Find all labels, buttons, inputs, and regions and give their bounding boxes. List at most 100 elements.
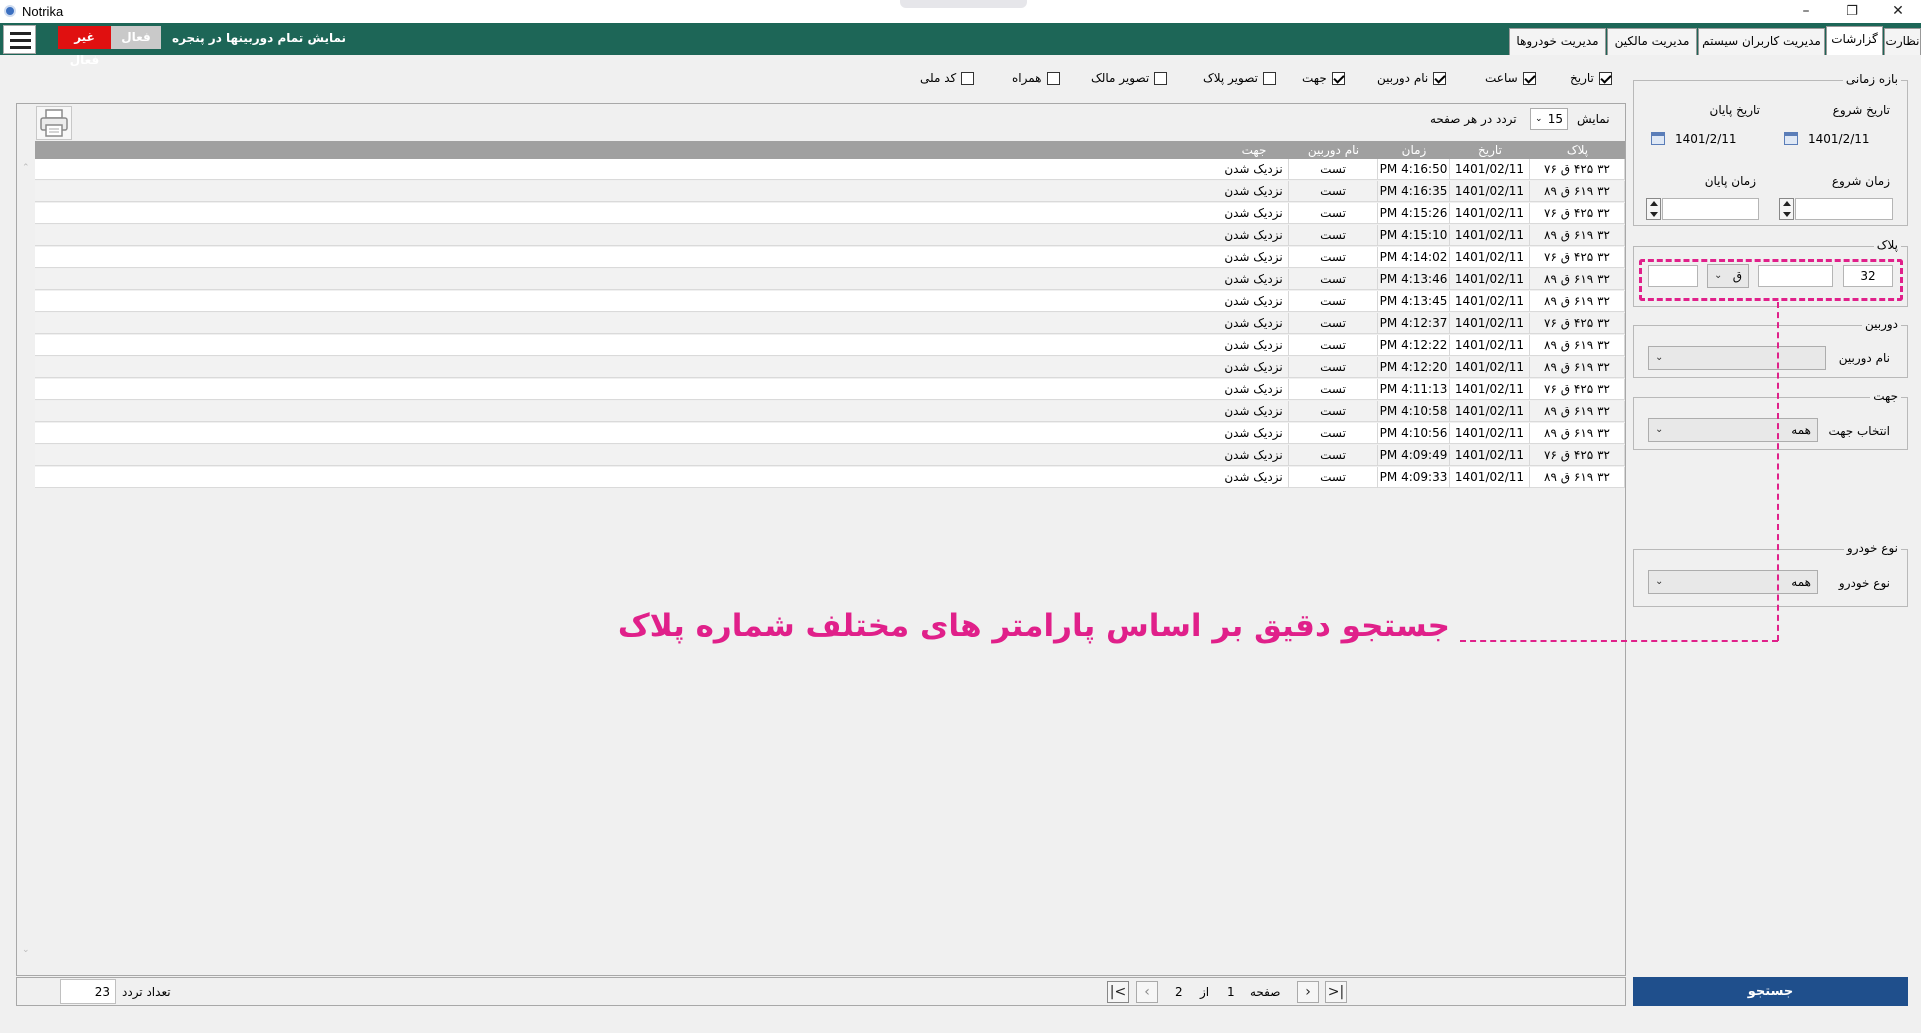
cell-time: 4:10:56 PM bbox=[1378, 423, 1450, 444]
scroll-down-icon[interactable]: ⌄ bbox=[22, 945, 30, 955]
table-row[interactable]: ۳۲ ۴۲۵ ق ۷۶ 1401/02/11 4:12:37 PM تست نزدیک … bbox=[35, 313, 1625, 334]
start-date-input[interactable]: 1401/2/11 bbox=[1808, 128, 1898, 150]
table-row[interactable]: ۳۲ ۶۱۹ ق ۸۹ 1401/02/11 4:09:33 PM تست نزدیک … bbox=[35, 467, 1625, 488]
column-toggle-hour[interactable]: ساعت bbox=[1485, 68, 1536, 88]
cell-camera-name: تست bbox=[1289, 225, 1378, 246]
count-value: 23 bbox=[60, 979, 116, 1004]
close-button[interactable]: ✕ bbox=[1875, 0, 1921, 23]
column-toggle-owner-image[interactable]: تصویر مالک bbox=[1091, 68, 1168, 88]
vehicle-type-select[interactable]: همه ⌄ bbox=[1648, 570, 1818, 594]
column-toggle-camera-name[interactable]: نام دوربین bbox=[1377, 68, 1447, 88]
prev-page-icon[interactable]: ‹ bbox=[1136, 981, 1158, 1003]
direction-select[interactable]: همه ⌄ bbox=[1648, 418, 1818, 442]
checkbox[interactable] bbox=[1331, 71, 1345, 85]
direction-legend: جهت bbox=[1870, 389, 1901, 403]
camera-name-select[interactable]: ⌄ bbox=[1648, 346, 1826, 370]
header-direction[interactable]: جهت bbox=[1219, 141, 1289, 159]
cell-plate: ۳۲ ۶۱۹ ق ۸۹ bbox=[1530, 181, 1625, 202]
checkbox[interactable] bbox=[1262, 71, 1276, 85]
header-date[interactable]: تاریخ bbox=[1450, 141, 1530, 159]
chevron-down-icon: ⌄ bbox=[1535, 114, 1543, 124]
start-time-spinner[interactable] bbox=[1779, 198, 1794, 220]
column-toggle-direction[interactable]: جهت bbox=[1302, 68, 1345, 88]
checkbox[interactable] bbox=[961, 71, 975, 85]
start-time-input[interactable] bbox=[1795, 198, 1893, 220]
printer-icon[interactable] bbox=[36, 106, 72, 140]
column-toggle-plate-image[interactable]: تصویر پلاک bbox=[1203, 68, 1276, 88]
column-toggle-national-code[interactable]: کد ملی bbox=[920, 68, 975, 88]
table-header: پلاک تاریخ زمان نام دوربین جهت bbox=[35, 141, 1625, 159]
header-camera-name[interactable]: نام دوربین bbox=[1289, 141, 1378, 159]
cell-time: 4:12:37 PM bbox=[1378, 313, 1450, 334]
table-row[interactable]: ۳۲ ۶۱۹ ق ۸۹ 1401/02/11 4:10:58 PM تست نزدیک … bbox=[35, 401, 1625, 422]
cell-time: 4:12:20 PM bbox=[1378, 357, 1450, 378]
cell-time: 4:13:45 PM bbox=[1378, 291, 1450, 312]
minimize-button[interactable]: – bbox=[1783, 0, 1829, 23]
tab-reports[interactable]: گزارشات bbox=[1826, 26, 1883, 55]
search-button[interactable]: جستجو bbox=[1633, 977, 1908, 1006]
direction-panel: جهت انتخاب جهت همه ⌄ bbox=[1633, 389, 1908, 450]
end-date-input[interactable]: 1401/2/11 bbox=[1675, 128, 1765, 150]
table-row[interactable]: ۳۲ ۶۱۹ ق ۸۹ 1401/02/11 4:12:22 PM تست نزدیک … bbox=[35, 335, 1625, 356]
end-time-spinner[interactable] bbox=[1646, 198, 1661, 220]
table-row[interactable]: ۳۲ ۴۲۵ ق ۷۶ 1401/02/11 4:11:13 PM تست نزدیک … bbox=[35, 379, 1625, 400]
tab-system-users[interactable]: مدیریت کاربران سیستم bbox=[1698, 28, 1825, 55]
current-page: 1 bbox=[1227, 985, 1235, 999]
table-row[interactable]: ۳۲ ۶۱۹ ق ۸۹ 1401/02/11 4:13:45 PM تست نزدیک … bbox=[35, 291, 1625, 312]
tab-vehicles[interactable]: مدیریت خودروها bbox=[1509, 28, 1606, 55]
cell-direction: نزدیک شدن bbox=[1219, 313, 1289, 334]
cell-direction: نزدیک شدن bbox=[1219, 401, 1289, 422]
scroll-up-icon[interactable]: ⌃ bbox=[22, 163, 30, 173]
menu-icon[interactable] bbox=[3, 25, 36, 54]
tab-owners[interactable]: مدیریت مالکین bbox=[1607, 28, 1697, 55]
plate-legend: پلاک bbox=[1873, 238, 1901, 252]
tab-monitoring[interactable]: نظارت bbox=[1884, 28, 1921, 55]
checkbox[interactable] bbox=[1154, 71, 1168, 85]
title-drag-area bbox=[900, 0, 1027, 8]
last-page-icon[interactable]: >| bbox=[1325, 981, 1347, 1003]
end-time-input[interactable] bbox=[1662, 198, 1759, 220]
table-row[interactable]: ۳۲ ۶۱۹ ق ۸۹ 1401/02/11 4:10:56 PM تست نزدیک … bbox=[35, 423, 1625, 444]
calendar-icon[interactable] bbox=[1784, 132, 1798, 145]
header-time[interactable]: زمان bbox=[1378, 141, 1450, 159]
toggle-on-button[interactable]: فعال bbox=[111, 26, 161, 49]
first-page-icon[interactable]: |< bbox=[1107, 981, 1129, 1003]
column-toggle-companion[interactable]: همراه bbox=[1012, 68, 1060, 88]
checkbox[interactable] bbox=[1598, 71, 1612, 85]
cell-time: 4:13:46 PM bbox=[1378, 269, 1450, 290]
checkbox[interactable] bbox=[1046, 71, 1060, 85]
cell-camera-name: تست bbox=[1289, 401, 1378, 422]
table-row[interactable]: ۳۲ ۴۲۵ ق ۷۶ 1401/02/11 4:15:26 PM تست نزدیک … bbox=[35, 203, 1625, 224]
end-time-label: زمان پایان bbox=[1704, 174, 1756, 188]
vehicle-type-label: نوع خودرو bbox=[1838, 576, 1890, 590]
header-plate[interactable]: پلاک bbox=[1530, 141, 1625, 159]
page-size-select[interactable]: 15 ⌄ bbox=[1530, 108, 1568, 130]
camera-legend: دوربین bbox=[1861, 317, 1901, 331]
table-row[interactable]: ۳۲ ۶۱۹ ق ۸۹ 1401/02/11 4:15:10 PM تست نزدیک … bbox=[35, 225, 1625, 246]
column-toggle-date[interactable]: تاریخ bbox=[1570, 68, 1612, 88]
pager-bar bbox=[16, 977, 1626, 1006]
cell-direction: نزدیک شدن bbox=[1219, 159, 1289, 180]
table-row[interactable]: ۳۲ ۶۱۹ ق ۸۹ 1401/02/11 4:12:20 PM تست نزدیک … bbox=[35, 357, 1625, 378]
chevron-down-icon: ⌄ bbox=[1655, 576, 1664, 587]
checkbox[interactable] bbox=[1522, 71, 1536, 85]
cell-direction: نزدیک شدن bbox=[1219, 247, 1289, 268]
table-row[interactable]: ۳۲ ۴۲۵ ق ۷۶ 1401/02/11 4:14:02 PM تست نزدیک … bbox=[35, 247, 1625, 268]
table-row[interactable]: ۳۲ ۶۱۹ ق ۸۹ 1401/02/11 4:16:35 PM تست نزدیک … bbox=[35, 181, 1625, 202]
maximize-button[interactable]: ❐ bbox=[1829, 0, 1875, 23]
cell-direction: نزدیک شدن bbox=[1219, 379, 1289, 400]
cell-direction: نزدیک شدن bbox=[1219, 445, 1289, 466]
toggle-off-button[interactable]: غیر فعال bbox=[58, 26, 111, 67]
cell-direction: نزدیک شدن bbox=[1219, 269, 1289, 290]
cell-plate: ۳۲ ۴۲۵ ق ۷۶ bbox=[1530, 247, 1625, 268]
calendar-icon[interactable] bbox=[1651, 132, 1665, 145]
checkbox[interactable] bbox=[1433, 71, 1447, 85]
next-page-icon[interactable]: › bbox=[1297, 981, 1319, 1003]
direction-select-label: انتخاب جهت bbox=[1828, 424, 1890, 438]
show-label: نمایش bbox=[1577, 112, 1610, 126]
cell-plate: ۳۲ ۶۱۹ ق ۸۹ bbox=[1530, 401, 1625, 422]
table-row[interactable]: ۳۲ ۴۲۵ ق ۷۶ 1401/02/11 4:09:49 PM تست نزدیک … bbox=[35, 445, 1625, 466]
cell-time: 4:15:26 PM bbox=[1378, 203, 1450, 224]
table-row[interactable]: ۳۲ ۴۲۵ ق ۷۶ 1401/02/11 4:16:50 PM تست نزدیک … bbox=[35, 159, 1625, 180]
table-row[interactable]: ۳۲ ۶۱۹ ق ۸۹ 1401/02/11 4:13:46 PM تست نزدیک … bbox=[35, 269, 1625, 290]
